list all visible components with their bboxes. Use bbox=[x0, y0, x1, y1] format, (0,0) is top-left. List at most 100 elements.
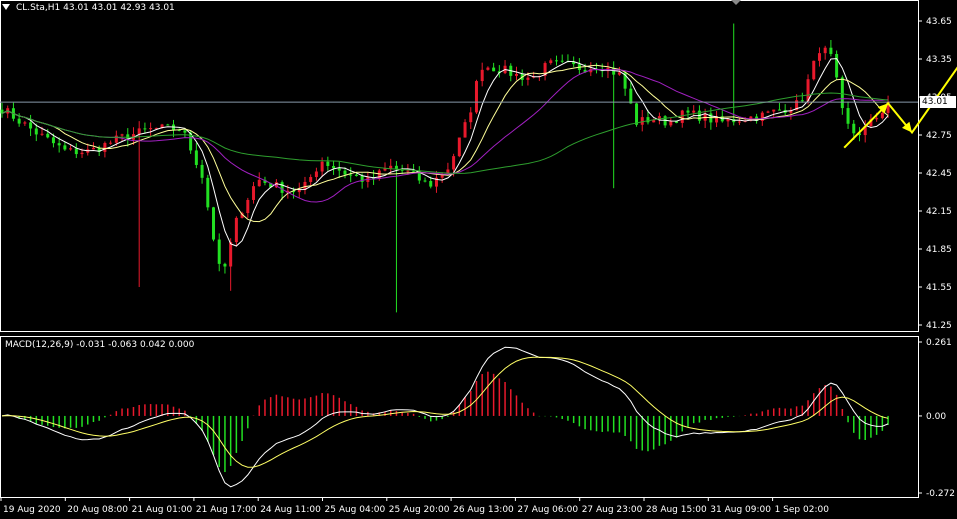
time-axis-label: 31 Aug 09:00 bbox=[710, 505, 771, 515]
candle-body bbox=[137, 128, 141, 135]
candle-body bbox=[486, 67, 490, 70]
candle-body bbox=[549, 60, 553, 64]
price-axis-label: 41.25 bbox=[926, 321, 952, 331]
candle-body bbox=[246, 199, 250, 214]
candle-body bbox=[469, 112, 473, 123]
candle-body bbox=[343, 170, 347, 175]
candle-body bbox=[206, 177, 210, 208]
candle-body bbox=[823, 47, 827, 54]
candle-body bbox=[252, 186, 256, 200]
price-axis-label: 41.85 bbox=[926, 245, 952, 255]
chart-shift-marker[interactable] bbox=[2, 4, 10, 10]
price-axis-label: 43.35 bbox=[926, 55, 952, 65]
macd-signal-line bbox=[1, 356, 889, 468]
candle-body bbox=[766, 111, 770, 113]
time-axis-label: 20 Aug 08:00 bbox=[67, 505, 128, 515]
candle-body bbox=[852, 123, 856, 134]
time-axis-label: 21 Aug 17:00 bbox=[196, 505, 257, 515]
candle-body bbox=[800, 100, 804, 102]
candle-body bbox=[846, 108, 850, 124]
candle-body bbox=[114, 135, 118, 143]
time-axis-label: 28 Aug 15:00 bbox=[646, 505, 707, 515]
candle-body bbox=[80, 152, 84, 155]
time-axis-label: 19 Aug 2020 bbox=[3, 505, 61, 515]
candle-body bbox=[23, 122, 27, 124]
candle-body bbox=[812, 60, 816, 80]
candle-body bbox=[51, 137, 55, 144]
candle-body bbox=[109, 142, 113, 144]
candle-body bbox=[817, 53, 821, 61]
candle-body bbox=[394, 165, 398, 169]
moving-average-line bbox=[1, 58, 889, 247]
candle-body bbox=[480, 69, 484, 82]
chart-shift-icon[interactable] bbox=[731, 0, 741, 5]
candle-body bbox=[514, 73, 518, 76]
candle-body bbox=[772, 109, 776, 112]
candle-body bbox=[840, 77, 844, 109]
candle-body bbox=[183, 130, 187, 133]
candle-body bbox=[257, 179, 261, 187]
candle-body bbox=[875, 118, 879, 120]
symbol-info: CL.Sta,H1 43.01 43.01 42.93 43.01 bbox=[16, 3, 175, 13]
candle-body bbox=[297, 189, 301, 193]
candle-body bbox=[526, 77, 530, 80]
macd-info: MACD(12,26,9) -0.031 -0.063 0.042 0.000 bbox=[5, 340, 195, 350]
price-panel-frame bbox=[0, 0, 919, 332]
current-price-tag: 43.01 bbox=[920, 96, 956, 108]
candle-body bbox=[737, 121, 741, 123]
candle-body bbox=[617, 72, 621, 75]
candle-body bbox=[686, 110, 690, 113]
candle-body bbox=[29, 122, 33, 129]
candle-body bbox=[337, 168, 341, 171]
candle-body bbox=[91, 147, 95, 150]
candle-body bbox=[726, 119, 730, 122]
candle-body bbox=[429, 180, 433, 187]
chart-canvas[interactable]: 43.6543.3543.0542.7542.4542.1541.8541.55… bbox=[0, 0, 957, 519]
macd-axis-label: 0.261 bbox=[926, 338, 952, 348]
candle-body bbox=[223, 263, 227, 267]
time-axis-label: 21 Aug 01:00 bbox=[132, 505, 193, 515]
candle-body bbox=[646, 117, 650, 123]
candle-body bbox=[777, 109, 781, 111]
candle-body bbox=[74, 148, 78, 155]
candle-body bbox=[229, 242, 233, 267]
candle-body bbox=[406, 170, 410, 172]
macd-panel-frame bbox=[0, 336, 919, 498]
moving-average-line bbox=[1, 64, 889, 223]
macd-axis-label: 0.00 bbox=[926, 412, 946, 422]
candle-body bbox=[669, 121, 673, 126]
candle-body bbox=[880, 112, 884, 119]
candle-body bbox=[555, 60, 559, 62]
price-axis-label: 42.15 bbox=[926, 207, 952, 217]
time-axis-label: 27 Aug 23:00 bbox=[582, 505, 643, 515]
candle-body bbox=[217, 239, 221, 264]
time-axis-label: 27 Aug 06:00 bbox=[517, 505, 578, 515]
time-axis-label: 25 Aug 04:00 bbox=[325, 505, 386, 515]
candle-body bbox=[103, 143, 107, 152]
candle-body bbox=[200, 164, 204, 178]
candle-body bbox=[692, 110, 696, 113]
candle-body bbox=[314, 171, 318, 178]
candle-body bbox=[474, 81, 478, 113]
candle-body bbox=[17, 118, 21, 124]
candle-body bbox=[629, 88, 633, 104]
candle-body bbox=[57, 143, 61, 146]
time-axis-label: 26 Aug 13:00 bbox=[453, 505, 514, 515]
candle-body bbox=[320, 161, 324, 172]
candle-body bbox=[349, 174, 353, 176]
time-axis-label: 25 Aug 20:00 bbox=[389, 505, 450, 515]
macd-line bbox=[1, 346, 889, 488]
candle-body bbox=[120, 134, 124, 136]
candle-body bbox=[680, 110, 684, 123]
candle-body bbox=[63, 145, 67, 150]
candle-body bbox=[463, 122, 467, 138]
candle-body bbox=[34, 128, 38, 135]
candle-body bbox=[280, 182, 284, 193]
candle-body bbox=[46, 133, 50, 138]
candle-body bbox=[166, 124, 170, 126]
candle-body bbox=[452, 156, 456, 170]
price-axis-label: 42.75 bbox=[926, 131, 952, 141]
candle-body bbox=[69, 148, 73, 150]
candle-body bbox=[835, 53, 839, 78]
candle-body bbox=[212, 207, 216, 240]
